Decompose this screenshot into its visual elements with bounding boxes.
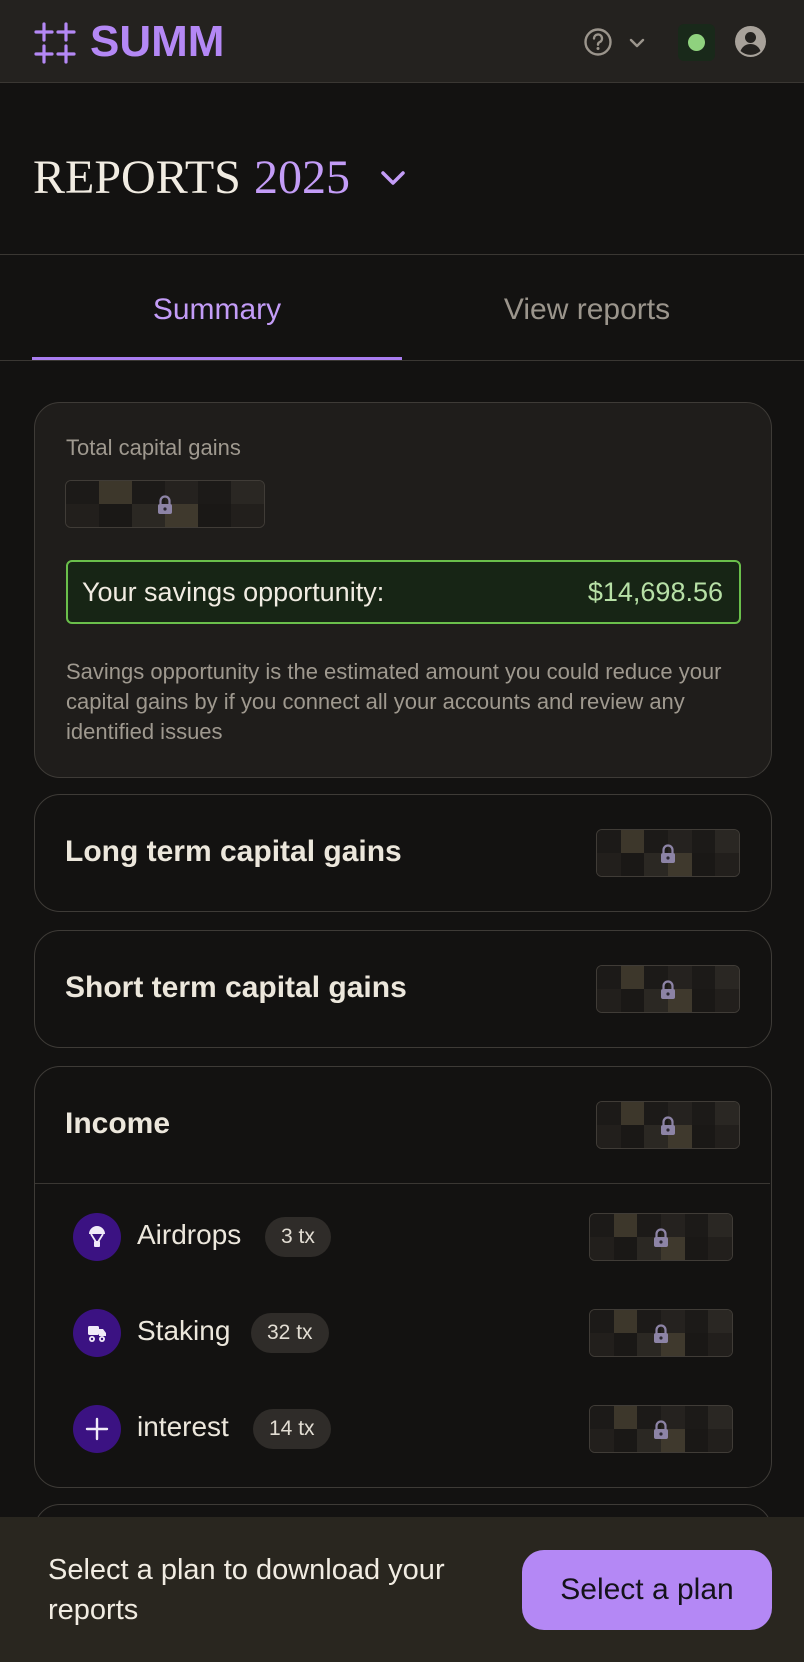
lock-icon <box>661 980 675 999</box>
select-plan-button[interactable]: Select a plan <box>522 1550 772 1630</box>
income-item-interest[interactable]: interest 14 tx <box>73 1403 733 1455</box>
income-title: Income <box>65 1107 171 1140</box>
bottom-bar: Select a plan to download your reports S… <box>0 1517 804 1662</box>
short-term-capital-gains-title: Short term capital gains <box>65 971 407 1004</box>
staking-icon <box>73 1309 121 1357</box>
income-item-airdrops[interactable]: Airdrops 3 tx <box>73 1211 733 1263</box>
question-circle-icon[interactable] <box>583 27 613 57</box>
airdrop-icon <box>73 1213 121 1261</box>
download-prompt: Select a plan to download your reports <box>48 1554 445 1626</box>
tx-count-badge: 3 tx <box>265 1217 331 1257</box>
long-term-capital-gains-card[interactable]: Long term capital gains <box>34 794 772 912</box>
locked-value[interactable] <box>596 1101 740 1149</box>
logo-icon <box>34 22 76 64</box>
tx-count-badge: 14 tx <box>253 1409 331 1449</box>
income-item-label: Staking <box>137 1315 231 1346</box>
lock-icon <box>158 495 172 514</box>
divider <box>0 360 804 361</box>
savings-opportunity-label: Your savings opportunity: <box>82 577 385 607</box>
status-indicator[interactable] <box>678 24 715 61</box>
locked-value[interactable] <box>589 1405 733 1453</box>
divider <box>35 1183 770 1184</box>
income-item-label: interest <box>137 1411 229 1442</box>
locked-value[interactable] <box>596 829 740 877</box>
lock-icon <box>661 844 675 863</box>
income-card: Income Airdrops 3 tx Staking 32 tx inter… <box>34 1066 772 1488</box>
savings-opportunity-box: Your savings opportunity: $14,698.56 <box>66 560 741 624</box>
long-term-capital-gains-title: Long term capital gains <box>65 835 402 868</box>
locked-value[interactable] <box>65 480 265 528</box>
tx-count-badge: 32 tx <box>251 1313 329 1353</box>
income-item-staking[interactable]: Staking 32 tx <box>73 1307 733 1359</box>
logo-text[interactable]: SUMM <box>90 16 224 68</box>
total-capital-gains-card: Total capital gains Your savings opportu… <box>34 402 772 778</box>
income-item-label: Airdrops <box>137 1219 242 1250</box>
lock-icon <box>654 1228 668 1247</box>
lock-icon <box>654 1324 668 1343</box>
savings-opportunity-value: $14,698.56 <box>587 577 723 607</box>
chevron-down-icon[interactable] <box>627 33 647 53</box>
total-capital-gains-label: Total capital gains <box>66 435 241 460</box>
locked-value[interactable] <box>589 1213 733 1261</box>
status-dot <box>688 34 705 51</box>
top-bar: SUMM <box>0 0 804 83</box>
locked-value[interactable] <box>589 1309 733 1357</box>
chevron-down-icon[interactable] <box>377 162 409 194</box>
lock-icon <box>661 1116 675 1135</box>
divider <box>0 254 804 255</box>
tab-view-reports[interactable]: View reports <box>403 290 771 330</box>
short-term-capital-gains-card[interactable]: Short term capital gains <box>34 930 772 1048</box>
plus-icon <box>73 1405 121 1453</box>
locked-value[interactable] <box>596 965 740 1013</box>
page-title: REPORTS <box>33 151 241 204</box>
lock-icon <box>654 1420 668 1439</box>
year-selector[interactable]: 2025 <box>254 148 350 208</box>
tab-summary[interactable]: Summary <box>33 290 401 330</box>
user-circle-icon[interactable] <box>734 25 767 58</box>
savings-description: Savings opportunity is the estimated amo… <box>66 659 722 744</box>
